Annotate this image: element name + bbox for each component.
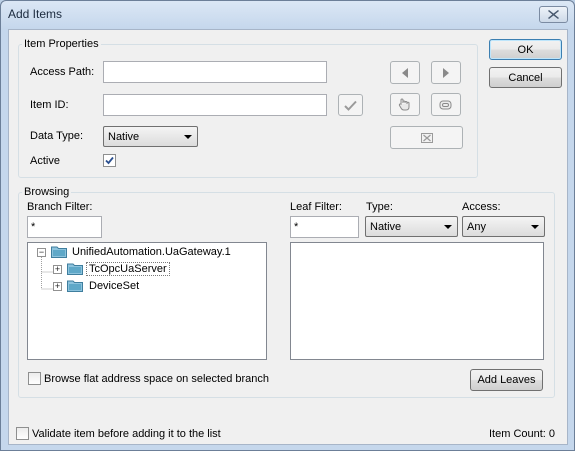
data-type-select[interactable]: Native: [103, 126, 198, 147]
delete-icon: [420, 132, 433, 143]
ok-button[interactable]: OK: [489, 39, 562, 60]
flat-browse-checkbox[interactable]: [28, 372, 41, 385]
folder-icon: [67, 263, 83, 275]
branch-filter-label: Branch Filter:: [27, 201, 93, 213]
duplicate-item-button[interactable]: [431, 93, 461, 116]
leaf-list[interactable]: [290, 242, 544, 360]
tree-node-label: DeviceSet: [89, 280, 140, 292]
active-label: Active: [30, 155, 60, 167]
arrow-right-icon: [443, 67, 449, 78]
previous-item-button[interactable]: [390, 61, 420, 84]
branch-filter-input[interactable]: *: [27, 216, 102, 238]
item-id-input[interactable]: [103, 94, 327, 116]
item-count: Item Count: 0: [489, 428, 556, 440]
delete-item-button[interactable]: [390, 126, 463, 149]
expand-icon[interactable]: +: [53, 282, 62, 291]
hand-pointer-icon: [398, 98, 410, 111]
type-label: Type:: [366, 201, 393, 213]
validate-checkbox[interactable]: [16, 427, 29, 440]
checkmark-icon: [105, 156, 114, 165]
access-select[interactable]: Any: [462, 216, 545, 237]
tree-node-label: TcOpcUaServer: [86, 262, 170, 276]
dialog-client-area: Item Properties Access Path: Item ID: Da…: [8, 29, 568, 445]
access-path-input[interactable]: [103, 61, 327, 83]
checkmark-icon: [344, 100, 357, 111]
flat-browse-label: Browse flat address space on selected br…: [44, 373, 270, 385]
title-bar[interactable]: Add Items: [1, 1, 574, 27]
active-checkbox[interactable]: [103, 154, 116, 167]
validate-item-button[interactable]: [338, 94, 363, 116]
access-value: Any: [467, 221, 486, 233]
leaf-filter-input[interactable]: *: [290, 216, 359, 238]
close-icon: [548, 10, 559, 19]
folder-icon: [67, 280, 83, 292]
arrow-left-icon: [402, 67, 408, 78]
type-select[interactable]: Native: [365, 216, 458, 237]
chevron-down-icon: [531, 225, 539, 229]
validate-label: Validate item before adding it to the li…: [32, 428, 221, 440]
access-path-label: Access Path:: [30, 66, 95, 78]
item-properties-label: Item Properties: [22, 38, 101, 50]
folder-icon: [51, 246, 67, 258]
new-item-button[interactable]: [390, 93, 420, 116]
collapse-icon[interactable]: −: [37, 248, 46, 257]
tag-copy-icon: [439, 100, 452, 109]
close-button[interactable]: [539, 6, 568, 23]
branch-tree[interactable]: − UnifiedAutomation.UaGateway.1 + TcOpcU…: [27, 242, 267, 360]
data-type-value: Native: [108, 131, 140, 143]
type-value: Native: [370, 221, 402, 233]
tree-node-label: UnifiedAutomation.UaGateway.1: [72, 246, 231, 258]
add-items-dialog: Add Items Item Properties Access Path: I…: [0, 0, 575, 451]
item-id-label: Item ID:: [30, 99, 69, 111]
add-leaves-button[interactable]: Add Leaves: [470, 369, 543, 391]
data-type-label: Data Type:: [30, 130, 83, 142]
expand-icon[interactable]: +: [53, 265, 62, 274]
window-title: Add Items: [8, 7, 63, 21]
chevron-down-icon: [444, 225, 452, 229]
leaf-filter-label: Leaf Filter:: [290, 201, 342, 213]
browsing-label: Browsing: [22, 186, 72, 198]
cancel-button[interactable]: Cancel: [489, 67, 562, 88]
next-item-button[interactable]: [431, 61, 461, 84]
chevron-down-icon: [184, 135, 192, 139]
access-label: Access:: [462, 201, 501, 213]
